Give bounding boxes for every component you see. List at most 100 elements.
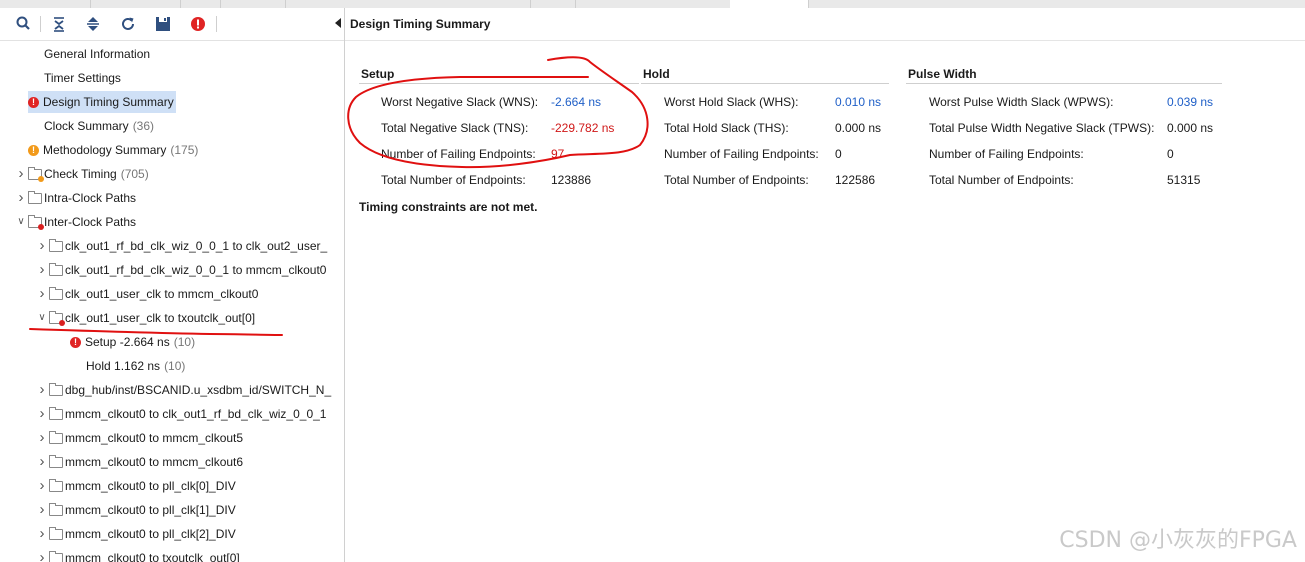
tree-item[interactable]: ! Design Timing Summary [28,91,176,113]
folder-icon [49,407,63,420]
hold-heading: Hold [643,67,670,81]
hold-row-value: 0.000 ns [835,121,882,135]
chevron-right-icon[interactable]: › [37,403,47,425]
pulse-width-heading: Pulse Width [908,67,977,81]
hold-row-label: Total Number of Endpoints: [664,173,809,187]
tree-item-label: Methodology Summary [43,143,167,157]
top-tab-active[interactable] [730,0,809,8]
chevron-right-icon[interactable]: › [16,163,26,185]
chevron-right-icon[interactable]: › [37,547,47,562]
tree-item[interactable]: › mmcm_clkout0 to mmcm_clkout5 [40,427,244,449]
setup-row-label: Total Negative Slack (TNS): [381,121,529,135]
tree-item[interactable]: › clk_out1_rf_bd_clk_wiz_0_0_1 to clk_out… [40,235,328,257]
top-tab[interactable] [220,0,286,8]
setup-divider [359,83,639,84]
tree-item[interactable]: Hold 1.162 ns (10) [86,355,185,377]
tree-item-label: mmcm_clkout0 to clk_out1_rf_bd_clk_wiz_0… [65,407,327,421]
collapse-all-icon[interactable] [49,14,69,34]
hold-row-label: Total Hold Slack (THS): [664,121,789,135]
folder-icon [28,191,42,204]
tree-item[interactable]: › mmcm_clkout0 to pll_clk[1]_DIV [40,499,236,521]
pulse-row-value[interactable]: 0.039 ns [1167,95,1213,109]
search-icon[interactable] [14,14,34,34]
pulse-row-label: Total Number of Endpoints: [929,173,1074,187]
folder-icon [49,503,63,516]
hold-row-value: 0 [835,147,842,161]
tree-item[interactable]: › mmcm_clkout0 to pll_clk[2]_DIV [40,523,236,545]
top-tab[interactable] [0,0,91,8]
tree-item[interactable]: ! Methodology Summary (175) [28,139,198,161]
tree-item[interactable]: ∨ clk_out1_user_clk to txoutclk_out[0] [38,307,256,329]
refresh-icon[interactable] [118,14,138,34]
chevron-right-icon[interactable]: › [37,379,47,401]
tree-item[interactable]: ∨ Inter-Clock Paths [17,211,137,233]
tree-item-label: clk_out1_user_clk to mmcm_clkout0 [65,287,259,301]
tree-item[interactable]: › clk_out1_user_clk to mmcm_clkout0 [40,283,259,305]
setup-row-value[interactable]: -229.782 ns [551,121,614,135]
panel-title: Design Timing Summary [350,17,491,31]
chevron-down-icon[interactable]: ∨ [16,211,26,233]
tree-item-label: Clock Summary [44,119,129,133]
tree-toolbar [0,8,344,41]
folder-icon [49,287,63,300]
tree-item-label: Intra-Clock Paths [44,191,137,205]
top-tab[interactable] [180,0,221,8]
tree-item[interactable]: › mmcm_clkout0 to mmcm_clkout6 [40,451,244,473]
watermark: CSDN @小灰灰的FPGA [1059,528,1297,553]
tree-item-label: Inter-Clock Paths [44,215,137,229]
expand-all-icon[interactable] [83,14,103,34]
tree-item[interactable]: Timer Settings [44,67,121,89]
top-tab[interactable] [90,0,181,8]
pulse-row-value: 51315 [1167,173,1201,187]
tree-item-label: mmcm_clkout0 to mmcm_clkout5 [65,431,244,445]
tree-item-label: General Information [44,47,151,61]
chevron-down-icon[interactable]: ∨ [37,307,47,329]
tree-item-label: clk_out1_rf_bd_clk_wiz_0_0_1 to mmcm_clk… [65,263,327,277]
tree-item[interactable]: General Information [44,43,150,65]
folder-icon [49,431,63,444]
tree-item-label: mmcm_clkout0 to pll_clk[0]_DIV [65,479,236,493]
chevron-right-icon[interactable]: › [37,259,47,281]
tree-item[interactable]: › Intra-Clock Paths [19,187,137,209]
setup-row-value[interactable]: 97 [551,147,564,161]
timing-status-message: Timing constraints are not met. [359,200,538,214]
tree-item[interactable]: › mmcm_clkout0 to clk_out1_rf_bd_clk_wiz_… [40,403,327,425]
tree-item-label: clk_out1_user_clk to txoutclk_out[0] [65,311,256,325]
error-icon[interactable] [188,14,208,34]
chevron-right-icon[interactable]: › [37,523,47,545]
tree-item[interactable]: ! Setup -2.664 ns (10) [70,331,195,353]
folder-icon [49,455,63,468]
pulse-row-value: 0.000 ns [1167,121,1214,135]
tree-item[interactable]: › mmcm_clkout0 to txoutclk_out[0] [40,547,240,562]
chevron-right-icon[interactable]: › [37,475,47,497]
top-tab[interactable] [530,0,576,8]
folder-icon [49,551,63,562]
folder-icon [49,311,65,326]
tree-item[interactable]: › mmcm_clkout0 to pll_clk[0]_DIV [40,475,236,497]
chevron-right-icon[interactable]: › [16,187,26,209]
tree-item-label: mmcm_clkout0 to pll_clk[1]_DIV [65,503,236,517]
top-tab[interactable] [285,0,531,8]
chevron-right-icon[interactable]: › [37,235,47,257]
hold-row-value: 122586 [835,173,876,187]
chevron-right-icon[interactable]: › [37,499,47,521]
error-icon: ! [28,97,39,109]
top-tab[interactable] [575,0,731,8]
save-icon[interactable] [153,14,173,34]
setup-heading: Setup [361,67,395,81]
tree-item[interactable]: Clock Summary (36) [44,115,154,137]
top-tab-strip [0,0,1305,8]
tree-item[interactable]: › Check Timing (705) [19,163,149,185]
chevron-right-icon[interactable]: › [37,283,47,305]
hold-row-value[interactable]: 0.010 ns [835,95,881,109]
collapse-panel-arrow-icon[interactable] [335,18,341,28]
tree-item-count: (10) [164,359,186,373]
chevron-right-icon[interactable]: › [37,451,47,473]
tree-item-label: Check Timing [44,167,117,181]
warning-icon: ! [28,145,39,157]
tree-item[interactable]: › clk_out1_rf_bd_clk_wiz_0_0_1 to mmcm_cl… [40,259,327,281]
setup-row-value[interactable]: -2.664 ns [551,95,601,109]
tree-item[interactable]: › dbg_hub/inst/BSCANID.u_xsdbm_id/SWITCH_… [40,379,332,401]
pulse-width-divider [906,83,1222,84]
chevron-right-icon[interactable]: › [37,427,47,449]
